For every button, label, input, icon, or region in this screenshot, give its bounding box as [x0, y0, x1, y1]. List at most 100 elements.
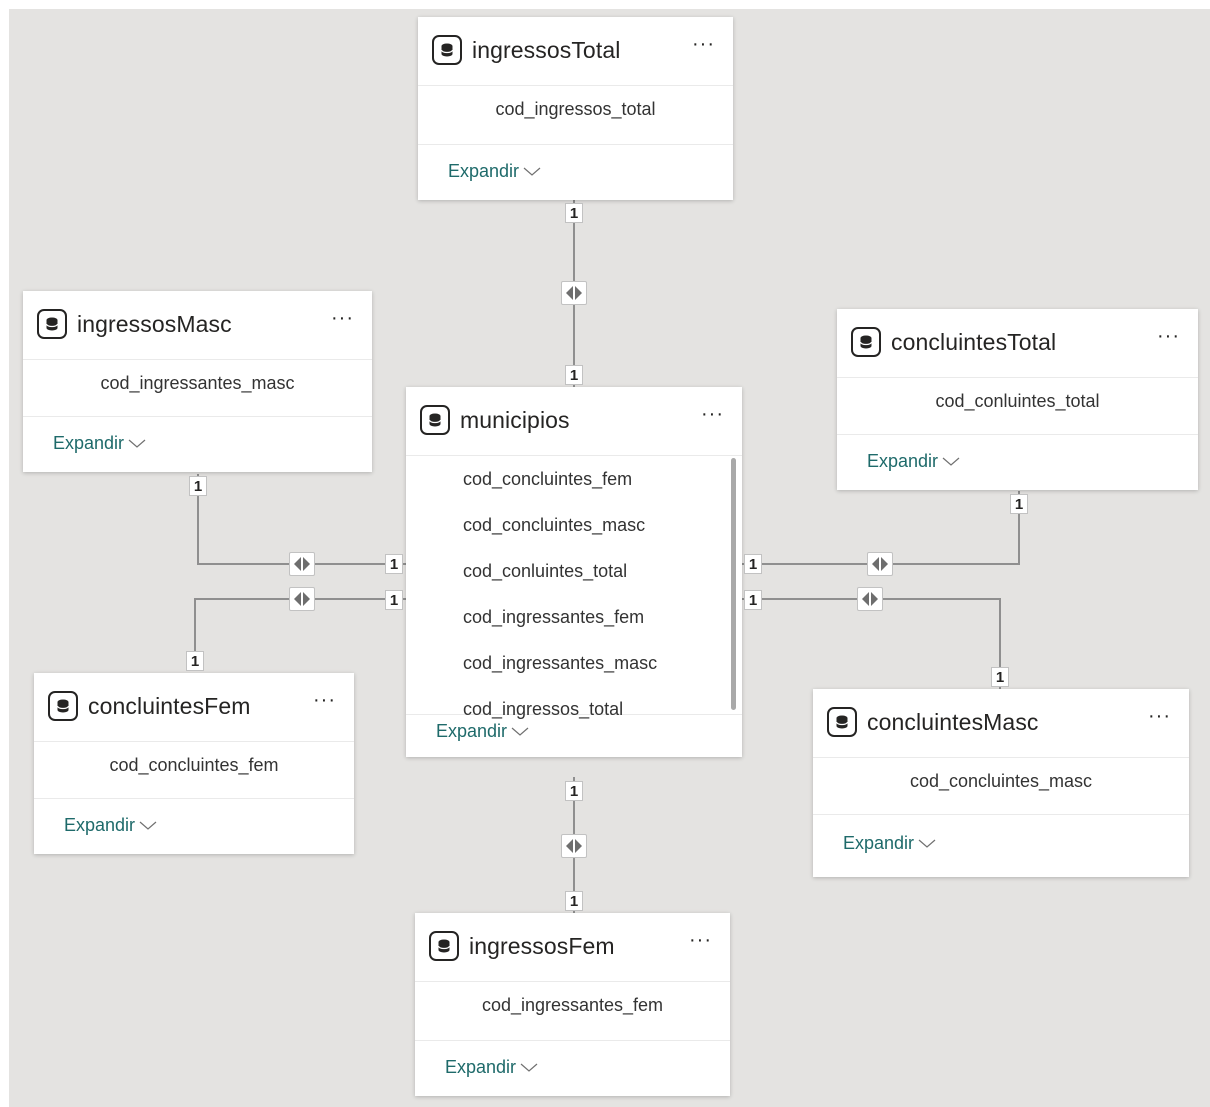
- bidirectional-filter-icon[interactable]: [867, 552, 893, 576]
- table-title: ingressosFem: [469, 933, 615, 959]
- card-header[interactable]: ingressosFem ···: [415, 913, 730, 982]
- table-card-concluintesFem[interactable]: concluintesFem ··· cod_concluintes_fem E…: [34, 673, 354, 854]
- relationship-line-concluintesMasc: [742, 598, 1001, 689]
- expand-button[interactable]: Expandir: [445, 1057, 538, 1078]
- table-title: concluintesMasc: [867, 709, 1039, 735]
- cardinality-label[interactable]: 1: [186, 651, 204, 671]
- field-list: cod_concluintes_masc: [813, 758, 1189, 815]
- field-row[interactable]: cod_ingressos_total: [418, 86, 733, 132]
- field-row[interactable]: cod_concluintes_fem: [406, 456, 742, 502]
- table-card-concluintesTotal[interactable]: concluintesTotal ··· cod_conluintes_tota…: [837, 309, 1198, 490]
- card-footer: Expandir: [23, 417, 372, 472]
- expand-button[interactable]: Expandir: [448, 161, 541, 182]
- expand-label: Expandir: [64, 815, 136, 835]
- field-row[interactable]: cod_concluintes_fem: [34, 742, 354, 788]
- more-options-icon[interactable]: ···: [692, 33, 715, 56]
- cardinality-label[interactable]: 1: [744, 554, 762, 574]
- more-options-icon[interactable]: ···: [701, 403, 724, 426]
- expand-button[interactable]: Expandir: [436, 721, 529, 742]
- chevron-down-icon: [128, 439, 146, 448]
- cardinality-label[interactable]: 1: [991, 667, 1009, 687]
- cardinality-label[interactable]: 1: [744, 590, 762, 610]
- card-footer: Expandir: [418, 145, 733, 200]
- card-footer: Expandir: [34, 799, 354, 854]
- database-icon: [827, 707, 857, 737]
- expand-label: Expandir: [445, 1057, 517, 1077]
- card-footer: Expandir: [813, 815, 1189, 877]
- expand-label: Expandir: [53, 433, 125, 453]
- expand-label: Expandir: [843, 833, 915, 853]
- table-card-concluintesMasc[interactable]: concluintesMasc ··· cod_concluintes_masc…: [813, 689, 1189, 877]
- table-title: ingressosTotal: [472, 37, 621, 63]
- table-title: municipios: [460, 407, 570, 433]
- chevron-down-icon: [139, 821, 157, 830]
- chevron-down-icon: [942, 457, 960, 466]
- expand-label: Expandir: [867, 451, 939, 471]
- cardinality-label[interactable]: 1: [1010, 494, 1028, 514]
- more-options-icon[interactable]: ···: [1148, 705, 1171, 728]
- card-footer: Expandir: [406, 715, 742, 757]
- field-list[interactable]: cod_concluintes_fem cod_concluintes_masc…: [406, 456, 742, 719]
- expand-button[interactable]: Expandir: [843, 833, 936, 854]
- expand-button[interactable]: Expandir: [867, 451, 960, 472]
- field-row[interactable]: cod_ingressantes_masc: [406, 640, 742, 686]
- field-row[interactable]: cod_ingressantes_fem: [415, 982, 730, 1028]
- more-options-icon[interactable]: ···: [331, 307, 354, 330]
- cardinality-label[interactable]: 1: [565, 203, 583, 223]
- table-card-ingressosTotal[interactable]: ingressosTotal ··· cod_ingressos_total E…: [418, 17, 733, 200]
- card-header[interactable]: concluintesFem ···: [34, 673, 354, 742]
- cardinality-label[interactable]: 1: [385, 554, 403, 574]
- field-row[interactable]: cod_conluintes_total: [837, 378, 1198, 424]
- diagram-canvas[interactable]: ingressosTotal ··· cod_ingressos_total E…: [9, 9, 1210, 1107]
- card-header[interactable]: ingressosTotal ···: [418, 17, 733, 86]
- field-list: cod_ingressantes_masc: [23, 360, 372, 417]
- field-list: cod_ingressantes_fem: [415, 982, 730, 1041]
- cardinality-label[interactable]: 1: [189, 476, 207, 496]
- more-options-icon[interactable]: ···: [1157, 325, 1180, 348]
- chevron-down-icon: [918, 839, 936, 848]
- bidirectional-filter-icon[interactable]: [561, 281, 587, 305]
- bidirectional-filter-icon[interactable]: [857, 587, 883, 611]
- relationship-line-ingressosMasc: [197, 474, 406, 565]
- chevron-down-icon: [520, 1063, 538, 1072]
- card-footer: Expandir: [837, 435, 1198, 490]
- card-header[interactable]: concluintesMasc ···: [813, 689, 1189, 758]
- table-card-ingressosMasc[interactable]: ingressosMasc ··· cod_ingressantes_masc …: [23, 291, 372, 472]
- database-icon: [420, 405, 450, 435]
- cardinality-label[interactable]: 1: [565, 781, 583, 801]
- table-card-municipios[interactable]: municipios ··· cod_concluintes_fem cod_c…: [406, 387, 742, 757]
- database-icon: [432, 35, 462, 65]
- cardinality-label[interactable]: 1: [565, 365, 583, 385]
- expand-label: Expandir: [448, 161, 520, 181]
- card-footer: Expandir: [415, 1041, 730, 1096]
- table-title: concluintesTotal: [891, 329, 1057, 355]
- scrollbar-thumb[interactable]: [731, 458, 736, 710]
- bidirectional-filter-icon[interactable]: [289, 552, 315, 576]
- bidirectional-filter-icon[interactable]: [561, 834, 587, 858]
- expand-label: Expandir: [436, 721, 508, 741]
- cardinality-label[interactable]: 1: [565, 891, 583, 911]
- more-options-icon[interactable]: ···: [689, 929, 712, 952]
- card-header[interactable]: ingressosMasc ···: [23, 291, 372, 360]
- table-card-ingressosFem[interactable]: ingressosFem ··· cod_ingressantes_fem Ex…: [415, 913, 730, 1096]
- field-row[interactable]: cod_ingressantes_fem: [406, 594, 742, 640]
- chevron-down-icon: [511, 727, 529, 736]
- field-row[interactable]: cod_ingressantes_masc: [23, 360, 372, 406]
- field-list: cod_ingressos_total: [418, 86, 733, 145]
- bidirectional-filter-icon[interactable]: [289, 587, 315, 611]
- expand-button[interactable]: Expandir: [64, 815, 157, 836]
- card-header[interactable]: municipios ···: [406, 387, 742, 456]
- field-row[interactable]: cod_concluintes_masc: [813, 758, 1189, 804]
- field-list: cod_concluintes_fem: [34, 742, 354, 799]
- database-icon: [429, 931, 459, 961]
- chevron-down-icon: [523, 167, 541, 176]
- cardinality-label[interactable]: 1: [385, 590, 403, 610]
- database-icon: [48, 691, 78, 721]
- table-title: ingressosMasc: [77, 311, 232, 337]
- field-row[interactable]: cod_conluintes_total: [406, 548, 742, 594]
- database-icon: [851, 327, 881, 357]
- card-header[interactable]: concluintesTotal ···: [837, 309, 1198, 378]
- expand-button[interactable]: Expandir: [53, 433, 146, 454]
- more-options-icon[interactable]: ···: [313, 689, 336, 712]
- field-row[interactable]: cod_concluintes_masc: [406, 502, 742, 548]
